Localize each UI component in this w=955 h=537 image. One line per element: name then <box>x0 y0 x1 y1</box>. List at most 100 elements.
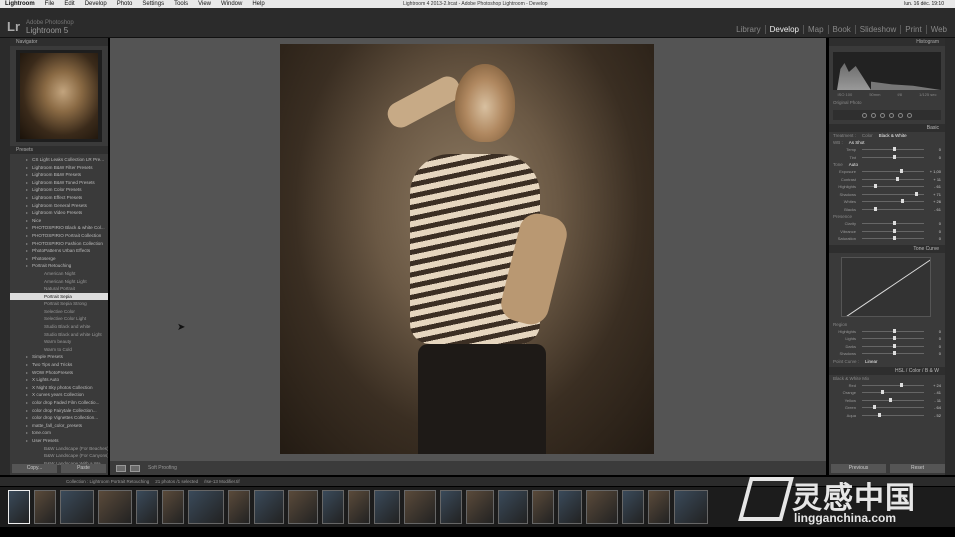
menu-settings[interactable]: Settings <box>137 1 169 7</box>
slider-knob[interactable] <box>889 397 893 402</box>
preset-folder[interactable]: PHOTOSPIRIO Black & white Col... <box>10 224 108 232</box>
slider-darks[interactable]: Darks 0 <box>829 343 945 351</box>
slider-value[interactable]: 0 <box>927 236 941 241</box>
histogram-header[interactable]: Histogram <box>829 38 945 46</box>
point-curve-select[interactable]: Linear <box>865 359 878 364</box>
preset-folder[interactable]: Lightroom Color Presets <box>10 186 108 194</box>
slider-track[interactable] <box>862 184 924 189</box>
module-web[interactable]: Web <box>927 25 951 34</box>
preset-folder[interactable]: Lightroom B&W Presets <box>10 171 108 179</box>
slider-orange[interactable]: Orange - 41 <box>829 389 945 397</box>
preset-folder[interactable]: PhotoPatterns Urban Effects <box>10 247 108 255</box>
slider-knob[interactable] <box>874 206 878 211</box>
preset-item[interactable]: American Night <box>10 270 108 278</box>
slider-saturation[interactable]: Saturation 0 <box>829 235 945 243</box>
filmstrip-thumbnail[interactable] <box>34 490 56 524</box>
preset-item[interactable]: Portrait Sepia <box>10 292 108 301</box>
slider-knob[interactable] <box>880 390 884 395</box>
slider-track[interactable] <box>862 176 924 181</box>
slider-tint[interactable]: Tint 0 <box>829 154 945 162</box>
filmstrip-thumbnail[interactable] <box>288 490 318 524</box>
preset-item[interactable]: Natural Portrait <box>10 285 108 293</box>
slider-value[interactable]: + 26 <box>927 199 941 204</box>
menu-window[interactable]: Window <box>216 1 247 7</box>
right-panel-toggle[interactable] <box>945 38 955 475</box>
slider-knob[interactable] <box>893 336 896 341</box>
slider-knob[interactable] <box>877 412 881 417</box>
menu-file[interactable]: File <box>40 1 60 7</box>
filmstrip-thumbnail[interactable] <box>98 490 132 524</box>
slider-knob[interactable] <box>874 184 878 189</box>
menu-help[interactable]: Help <box>247 1 269 7</box>
slider-value[interactable]: + 11 <box>927 177 941 182</box>
filmstrip-thumbnail[interactable] <box>532 490 554 524</box>
preset-folder[interactable]: tone.com <box>10 429 108 437</box>
preset-item[interactable]: Warm beauty <box>10 338 108 346</box>
preset-item[interactable]: Portrait Sepia Strong <box>10 300 108 308</box>
preset-item[interactable]: B&W Landscape (For Beaches) <box>10 445 108 453</box>
filmstrip-thumbnail[interactable] <box>674 490 708 524</box>
slider-knob[interactable] <box>893 328 896 333</box>
preset-item[interactable]: Studio Black and white Light <box>10 331 108 339</box>
loupe-view-icon[interactable] <box>116 464 126 472</box>
menu-edit[interactable]: Edit <box>59 1 79 7</box>
paste-button[interactable]: Paste <box>61 464 106 473</box>
tone-curve-header[interactable]: Tone Curve <box>829 244 945 253</box>
slider-track[interactable] <box>862 412 924 417</box>
slider-value[interactable]: 0 <box>927 351 941 356</box>
slider-knob[interactable] <box>873 405 877 410</box>
menu-tools[interactable]: Tools <box>169 1 193 7</box>
filmstrip-thumbnail[interactable] <box>374 490 400 524</box>
slider-highlights[interactable]: Highlights - 61 <box>829 183 945 191</box>
slider-knob[interactable] <box>900 169 904 174</box>
preset-folder[interactable]: PHOTOSPIRIO Portrait Collection <box>10 232 108 240</box>
filmstrip-thumbnail[interactable] <box>228 490 250 524</box>
slider-vibrance[interactable]: Vibrance 0 <box>829 228 945 236</box>
treatment-bw[interactable]: Black & White <box>879 133 907 138</box>
preset-folder[interactable]: PHOTOSPIRIO Fashion Collection <box>10 240 108 248</box>
slider-clarity[interactable]: Clarity 0 <box>829 220 945 228</box>
filmstrip-thumbnail[interactable] <box>648 490 670 524</box>
filmstrip-thumbnail[interactable] <box>586 490 618 524</box>
filmstrip-thumbnail[interactable] <box>440 490 462 524</box>
filmstrip-thumbnail[interactable] <box>162 490 184 524</box>
slider-value[interactable]: - 41 <box>927 390 941 395</box>
slider-track[interactable] <box>862 390 924 395</box>
slider-shadows[interactable]: Shadows + 71 <box>829 191 945 199</box>
slider-highlights[interactable]: Highlights 0 <box>829 328 945 336</box>
slider-value[interactable]: + 1,00 <box>927 169 941 174</box>
slider-knob[interactable] <box>901 199 905 204</box>
filmstrip-thumbnail[interactable] <box>322 490 344 524</box>
slider-track[interactable] <box>862 405 924 410</box>
slider-track[interactable] <box>862 382 924 387</box>
slider-value[interactable]: - 64 <box>927 405 941 410</box>
filmstrip-source[interactable]: Collection : Lightroom Portrait Retouchi… <box>66 479 149 484</box>
slider-track[interactable] <box>862 147 924 152</box>
presets-header[interactable]: Presets <box>10 146 108 154</box>
slider-temp[interactable]: Temp 0 <box>829 146 945 154</box>
auto-tone-button[interactable]: Auto <box>849 162 858 167</box>
slider-track[interactable] <box>862 336 924 341</box>
slider-track[interactable] <box>862 169 924 174</box>
module-slideshow[interactable]: Slideshow <box>856 25 902 34</box>
preset-folder[interactable]: X curves years Collection <box>10 391 108 399</box>
preset-folder[interactable]: CS Light Leaks Collection LR Pre... <box>10 156 108 164</box>
module-develop[interactable]: Develop <box>766 25 804 34</box>
preset-folder[interactable]: color drop Fairytale Collection... <box>10 407 108 415</box>
preset-folder[interactable]: Lightroom Effect Presets <box>10 194 108 202</box>
slider-knob[interactable] <box>893 351 896 356</box>
slider-knob[interactable] <box>893 236 896 241</box>
slider-track[interactable] <box>862 154 924 159</box>
slider-knob[interactable] <box>896 176 900 181</box>
adjustment-brush-icon[interactable] <box>907 112 912 118</box>
menu-view[interactable]: View <box>193 1 216 7</box>
spot-removal-icon[interactable] <box>871 112 876 118</box>
slider-track[interactable] <box>862 236 924 241</box>
preset-folder[interactable]: color drop Faded Film Collectio... <box>10 399 108 407</box>
hsl-header[interactable]: HSL / Color / B & W <box>829 366 945 375</box>
filmstrip-thumbnail[interactable] <box>136 490 158 524</box>
preset-folder[interactable]: WOW PhotoPresets <box>10 369 108 377</box>
preset-folder[interactable]: Two Tips and Tricks <box>10 361 108 369</box>
slider-knob[interactable] <box>900 382 904 387</box>
filmstrip-thumbnail[interactable] <box>498 490 528 524</box>
